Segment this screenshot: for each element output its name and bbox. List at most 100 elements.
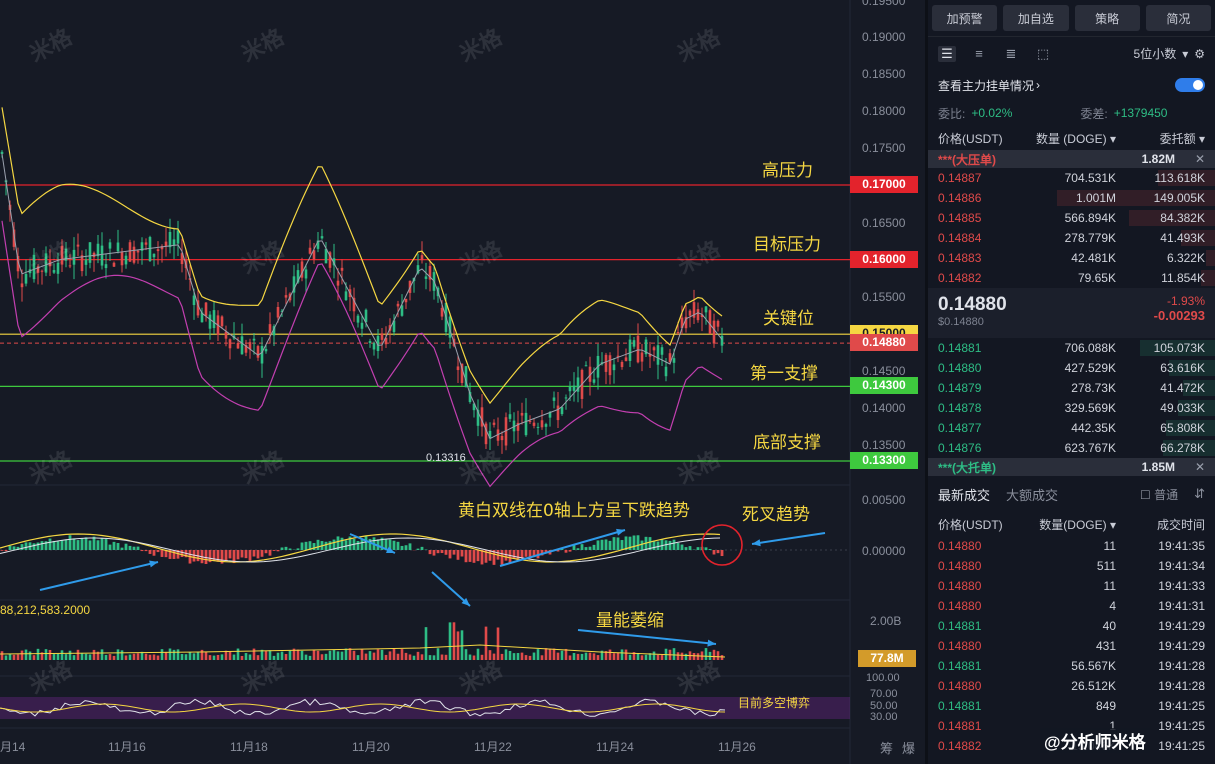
volume-bar: [44, 649, 48, 660]
tab-large-trades[interactable]: 大额成交: [1006, 485, 1058, 504]
candle-body: [176, 230, 180, 244]
amount-header[interactable]: 委托额 ▾: [1116, 130, 1205, 147]
macd-histogram-bar: [32, 543, 36, 550]
bid-row[interactable]: 0.14878 329.569K 49.033K: [928, 398, 1215, 418]
volume-bar: [220, 654, 224, 660]
order-panel: 加预警 加自选 策略 简况 ☰ ≡ ≣ ⬚ 5位小数 ▾ ⚙ 查看主力挂单情况 …: [925, 0, 1215, 764]
annotation-target-resistance: 目标压力: [753, 235, 821, 255]
tab-latest-trades[interactable]: 最新成交: [938, 485, 990, 504]
volume-bar: [0, 651, 4, 660]
macd-histogram-bar: [244, 550, 248, 559]
bid-qty: 442.35K: [1071, 421, 1116, 435]
bid-qty: 706.088K: [1064, 341, 1116, 355]
ask-qty: 704.531K: [1064, 171, 1116, 185]
asks-view-icon[interactable]: ≣: [1002, 46, 1020, 62]
candle-body: [380, 333, 384, 340]
high-resistance-tag: 0.17000: [850, 176, 918, 193]
trade-row[interactable]: 0.14880 431 19:41:29: [928, 636, 1215, 656]
macd-histogram-bar: [704, 547, 708, 550]
ask-amount: 149.005K: [1153, 191, 1205, 205]
bid-row[interactable]: 0.14881 706.088K 105.073K: [928, 338, 1215, 358]
trade-row[interactable]: 0.14880 11 19:41:33: [928, 576, 1215, 596]
overview-button[interactable]: 简况: [1145, 5, 1211, 31]
candle-body: [508, 414, 512, 419]
trade-row[interactable]: 0.14880 26.512K 19:41:28: [928, 676, 1215, 696]
caret-down-icon: ▾: [1198, 131, 1205, 146]
volume-bar: [616, 652, 620, 660]
ask-row[interactable]: 0.14884 278.779K 41.493K: [928, 228, 1215, 248]
close-icon[interactable]: ✕: [1175, 460, 1205, 474]
candle-body: [208, 314, 212, 329]
ask-row[interactable]: 0.14886 1.001M 149.005K: [928, 188, 1215, 208]
volume-bar: [244, 653, 248, 660]
candle-body: [204, 302, 208, 316]
chips-button[interactable]: 筹: [880, 738, 893, 757]
candle-body: [608, 355, 612, 376]
ask-row[interactable]: 0.14882 79.65K 11.854K: [928, 268, 1215, 288]
close-icon[interactable]: ✕: [1175, 152, 1205, 166]
macd-histogram-bar: [124, 543, 128, 550]
volume-bar: [436, 648, 440, 660]
trade-price: 0.14880: [938, 639, 982, 653]
normal-filter[interactable]: ☐ 普通: [1140, 486, 1178, 503]
bid-row[interactable]: 0.14876 623.767K 66.278K: [928, 438, 1215, 458]
trade-qty-header[interactable]: 数量(DOGE) ▾: [1027, 516, 1116, 533]
volume-bar: [568, 655, 572, 660]
bid-row[interactable]: 0.14877 442.35K 65.808K: [928, 418, 1215, 438]
volume-bar: [48, 649, 52, 660]
both-sides-view-icon[interactable]: ☰: [938, 45, 956, 62]
add-watchlist-button[interactable]: 加自选: [1003, 5, 1069, 31]
candle-body: [256, 346, 260, 358]
macd-histogram-bar: [632, 535, 636, 550]
volume-bar: [468, 654, 472, 660]
macd-histogram-bar: [240, 550, 244, 558]
y-axis-label: 0.15500: [862, 290, 906, 304]
main-orders-toggle[interactable]: [1175, 78, 1205, 92]
expand-icon[interactable]: ⬚: [1034, 46, 1052, 62]
volume-tag: 77.8M: [858, 650, 916, 667]
macd-histogram-bar: [680, 544, 684, 550]
volume-bar: [488, 650, 492, 660]
macd-histogram-bar: [392, 540, 396, 550]
ask-row[interactable]: 0.14885 566.894K 84.382K: [928, 208, 1215, 228]
trade-qty: 56.567K: [1071, 659, 1116, 673]
volume-bar: [68, 650, 72, 660]
bids-view-icon[interactable]: ≡: [970, 46, 988, 62]
trade-row[interactable]: 0.14881 56.567K 19:41:28: [928, 656, 1215, 676]
ask-price: 0.14882: [938, 271, 982, 285]
bid-row[interactable]: 0.14879 278.73K 41.472K: [928, 378, 1215, 398]
macd-histogram-bar: [96, 540, 100, 550]
precision-select[interactable]: 5位小数 ▾ ⚙: [1134, 45, 1205, 62]
trade-row[interactable]: 0.14880 4 19:41:31: [928, 596, 1215, 616]
macd-histogram-bar: [36, 542, 40, 550]
trade-row[interactable]: 0.14880 11 19:41:35: [928, 536, 1215, 556]
macd-histogram-bar: [568, 550, 572, 552]
price-chart[interactable]: 0.19500 0.19000 0.18500 0.18000 0.17500 …: [0, 0, 922, 764]
volume-bar: [188, 652, 192, 660]
volume-bar: [640, 655, 644, 660]
qty-header[interactable]: 数量 (DOGE) ▾: [1027, 130, 1116, 147]
strategy-button[interactable]: 策略: [1074, 5, 1140, 31]
volume-bar: [588, 652, 592, 660]
ask-row[interactable]: 0.14883 42.481K 6.322K: [928, 248, 1215, 268]
liquidation-button[interactable]: 爆: [902, 738, 915, 757]
trade-row[interactable]: 0.14881 40 19:41:29: [928, 616, 1215, 636]
first-support-tag: 0.14300: [850, 377, 918, 394]
macd-histogram-bar: [480, 550, 484, 565]
settings-icon[interactable]: ⚙: [1194, 47, 1205, 61]
volume-bar: [320, 654, 324, 660]
ask-row[interactable]: 0.14887 704.531K 113.618K: [928, 168, 1215, 188]
volume-bar: [272, 655, 276, 660]
trade-qty: 849: [1095, 699, 1116, 713]
candle-body: [100, 245, 104, 266]
add-alert-button[interactable]: 加预警: [932, 5, 998, 31]
macd-histogram-bar: [688, 546, 692, 550]
trade-row[interactable]: 0.14880 511 19:41:34: [928, 556, 1215, 576]
volume-bar: [428, 655, 432, 660]
candle-body: [20, 283, 24, 288]
filter-icon[interactable]: ⇵: [1194, 486, 1205, 502]
main-orders-link[interactable]: 查看主力挂单情况: [938, 77, 1034, 94]
candle-body: [152, 253, 156, 258]
bid-row[interactable]: 0.14880 427.529K 63.616K: [928, 358, 1215, 378]
trade-row[interactable]: 0.14881 849 19:41:25: [928, 696, 1215, 716]
